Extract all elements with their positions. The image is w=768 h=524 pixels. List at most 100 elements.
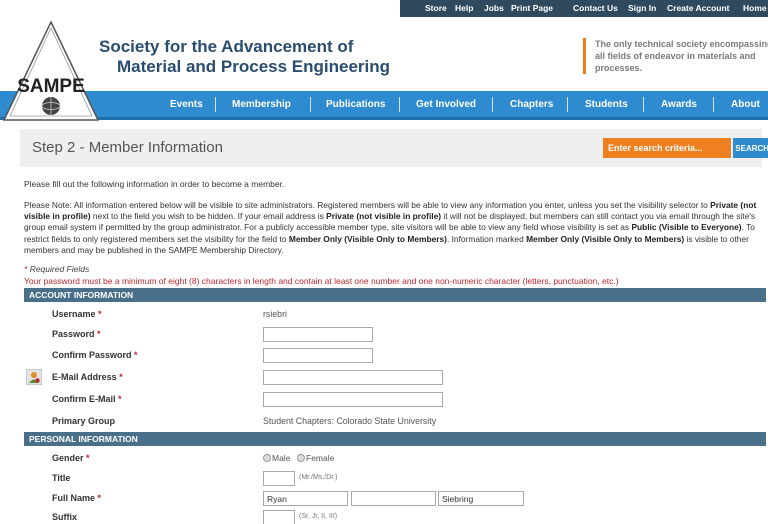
primary-group-label: Primary Group [52,416,116,426]
required-star: * [86,453,90,463]
middle-name-input[interactable] [351,491,436,506]
password-label: Password * [52,329,101,339]
form-row-confirm-password: Confirm Password * [24,346,766,366]
first-name-input[interactable] [263,491,348,506]
form-row-full-name: Full Name * [24,489,766,509]
org-name-line-1: Society for the Advancement of [99,37,354,56]
tagline-line-3: processes. [595,63,643,73]
required-star: * [118,394,122,404]
full-name-label-text: Full Name [52,493,96,503]
nav-separator [310,97,311,112]
confirm-password-label-text: Confirm Password [52,350,132,360]
utility-link-sign-in[interactable]: Sign In [628,3,656,13]
utility-link-help[interactable]: Help [455,3,473,13]
utility-link-contact-us[interactable]: Contact Us [573,3,618,13]
form-row-username: Username * rsiebri [24,305,766,325]
nav-separator [399,97,400,112]
utility-link-print-page[interactable]: Print Page [511,3,553,13]
gender-option-label: Male [272,453,291,463]
gender-label-text: Gender [52,453,84,463]
visibility-note: Please Note: All information entered bel… [24,200,766,256]
nav-item-events[interactable]: Events [170,99,203,110]
nav-separator [713,97,714,112]
intro-text: Please fill out the following informatio… [24,179,285,189]
confirm-email-label: Confirm E-Mail * [52,394,122,404]
required-star: * [24,264,28,274]
primary-group-value: Student Chapters: Colorado State Univers… [263,416,437,426]
note-text: . Information marked [446,233,527,244]
radio-circle [297,454,305,462]
tagline: The only technical society encompassing … [583,38,768,74]
visibility-user-icon[interactable] [26,369,42,385]
suffix-input[interactable] [263,510,295,524]
email-label-text: E-Mail Address [52,372,117,382]
note-bold: Public (Visible to Everyone) [631,222,742,233]
title-label: Title [52,473,71,483]
page-title: Step 2 - Member Information [32,139,223,156]
nav-item-awards[interactable]: Awards [661,99,697,110]
confirm-email-label-text: Confirm E-Mail [52,394,116,404]
main-nav: Events Membership Publications Get Invol… [0,91,768,120]
utility-link-jobs[interactable]: Jobs [484,3,504,13]
password-input[interactable] [263,327,373,342]
nav-item-publications[interactable]: Publications [326,99,385,110]
site-header: Society for the Advancement of Material … [0,17,768,91]
nav-item-about[interactable]: About [731,99,760,110]
password-requirements: Your password must be a minimum of eight… [24,276,619,286]
utility-link-home[interactable]: Home [743,3,767,13]
tagline-line-1: The only technical society encompassing [595,39,768,49]
tagline-line-2: all fields of endeavor in materials and [595,51,756,61]
nav-separator [215,97,216,112]
nav-item-membership[interactable]: Membership [232,99,291,110]
sampe-logo[interactable]: SAMPE [2,20,100,128]
required-star: * [134,350,138,360]
form-row-suffix: Suffix (Sr, Jr, II, III) [24,508,766,524]
nav-item-chapters[interactable]: Chapters [510,99,553,110]
form-row-email: E-Mail Address * [24,368,766,388]
required-star: * [97,493,102,503]
required-fields-text: Required Fields [29,264,90,274]
confirm-password-label: Confirm Password * [52,350,138,360]
logo-text: SAMPE [17,76,85,97]
search-button[interactable]: SEARCH » [733,138,768,158]
note-bold: Member Only (Visible Only to Members) [526,233,685,244]
title-input[interactable] [263,471,295,486]
gender-radio-female[interactable]: Female [297,453,334,463]
form-row-title: Title (Mr./Ms./Dr.) [24,469,766,489]
form-row-primary-group: Primary Group Student Chapters: Colorado… [24,412,766,432]
username-label: Username * [52,309,102,319]
org-name[interactable]: Society for the Advancement of Material … [99,37,390,77]
org-name-line-2: Material and Process Engineering [117,57,391,76]
confirm-email-input[interactable] [263,392,443,407]
section-header-personal: PERSONAL INFORMATION [24,432,766,446]
gender-option-label: Female [306,453,335,463]
nav-separator [643,97,644,112]
username-value: rsiebri [263,309,287,319]
username-label-text: Username [52,309,96,319]
page-title-bar: Step 2 - Member Information SEARCH » [20,129,768,167]
utility-nav: Store Help Jobs Print Page Contact Us Si… [400,0,768,17]
required-star: * [98,309,102,319]
note-text: next to the field you wish to be hidden.… [90,211,327,222]
required-star: * [119,372,123,382]
last-name-input[interactable] [438,491,524,506]
email-input[interactable] [263,370,443,385]
required-fields-note: * Required Fields [24,264,89,274]
email-label: E-Mail Address * [52,372,123,382]
search-input[interactable] [603,138,731,158]
suffix-label: Suffix [52,512,78,522]
gender-label: Gender * [52,453,90,463]
full-name-label: Full Name * [52,493,101,503]
radio-circle [263,454,271,462]
form-row-password: Password * [24,325,766,345]
title-hint: (Mr./Ms./Dr.) [299,474,338,481]
note-bold: Private (not visible in profile) [326,211,442,222]
gender-radio-male[interactable]: Male [263,453,290,463]
utility-link-create-account[interactable]: Create Account [667,3,730,13]
section-header-account: ACCOUNT INFORMATION [24,288,766,302]
nav-item-get-involved[interactable]: Get Involved [416,99,476,110]
utility-link-store[interactable]: Store [425,3,447,13]
nav-item-students[interactable]: Students [585,99,628,110]
suffix-hint: (Sr, Jr, II, III) [299,513,338,520]
confirm-password-input[interactable] [263,348,373,363]
